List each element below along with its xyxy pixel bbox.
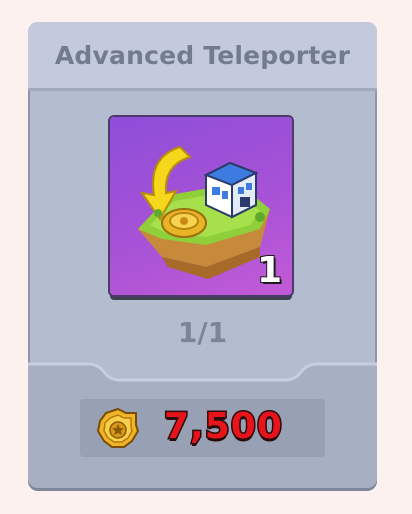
card-header: Advanced Teleporter [28, 22, 377, 91]
price-label: 7,500 [163, 405, 284, 447]
level-badge: 1 [256, 250, 283, 291]
item-title: Advanced Teleporter [54, 40, 351, 70]
buy-button[interactable]: 7,500 [80, 399, 325, 457]
item-image-tile[interactable]: 1 [110, 117, 292, 295]
gold-badge-coin-icon [96, 407, 140, 448]
owned-progress: 1/1 [177, 316, 228, 349]
item-card[interactable]: Advanced Teleporter 1 1/1 7,500 [28, 22, 377, 488]
